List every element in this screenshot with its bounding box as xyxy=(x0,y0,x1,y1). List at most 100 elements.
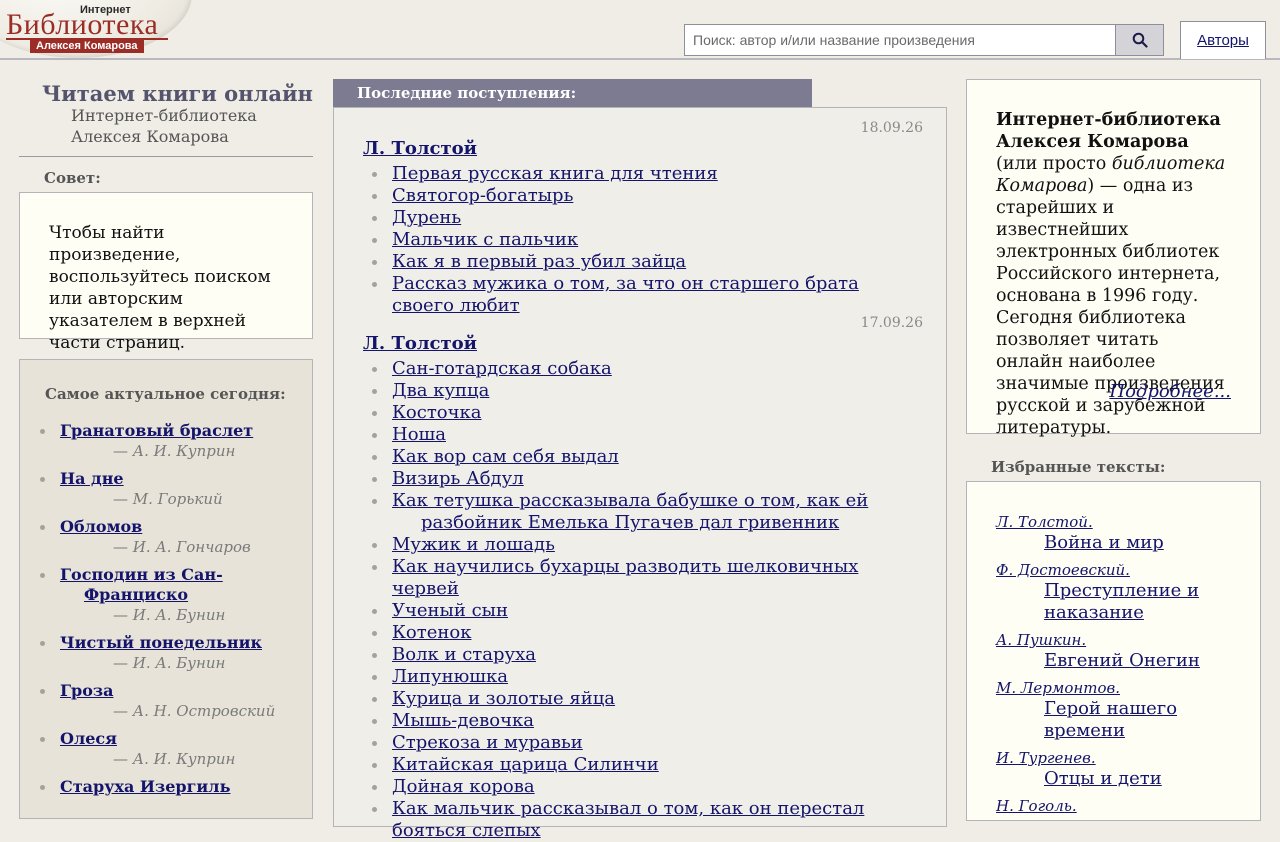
search-form xyxy=(684,24,1164,56)
popular-title-link[interactable]: Чистый понедельник xyxy=(60,633,300,653)
tip-text: Чтобы найти произведение, воспользуйтесь… xyxy=(49,223,271,353)
news-item-link[interactable]: Мужик и лошадь xyxy=(392,534,555,555)
favorite-title-link[interactable]: Герой нашего времени xyxy=(996,698,1246,742)
list-item: Стрекоза и муравьи xyxy=(363,732,923,754)
popular-author: — А. И. Куприн xyxy=(113,442,236,460)
news-item-link[interactable]: Мышь-девочка xyxy=(392,710,534,731)
list-item: Мальчик с пальчик xyxy=(363,229,923,251)
list-item: Дурень xyxy=(363,207,923,229)
news-item-link[interactable]: Как мальчик рассказывал о том, как он пе… xyxy=(392,798,864,841)
news-item-link[interactable]: Рассказ мужика о том, за что он старшего… xyxy=(392,273,859,316)
list-item: Сан-готардская собака xyxy=(363,358,923,380)
popular-author: — И. А. Бунин xyxy=(113,606,226,624)
logo-main-text: Библиотека xyxy=(6,8,159,41)
news-item-link[interactable]: Сан-готардская собака xyxy=(392,358,612,379)
news-item-link[interactable]: Косточка xyxy=(392,402,482,423)
news-author-link[interactable]: Л. Толстой xyxy=(363,138,477,159)
divider xyxy=(19,156,313,157)
news-item-link[interactable]: Как научились бухарцы разводить шелкович… xyxy=(392,556,858,599)
news-item-link[interactable]: Как вор сам себя выдал xyxy=(392,446,619,467)
news-item-link[interactable]: Два купца xyxy=(392,380,489,401)
list-item: Визирь Абдул xyxy=(363,468,923,490)
popular-title-link[interactable]: Гроза xyxy=(60,681,300,701)
more-link[interactable]: Подробнее... xyxy=(1109,381,1231,403)
tip-box: Чтобы найти произведение, воспользуйтесь… xyxy=(19,192,313,353)
list-item: Чистый понедельник — И. А. Бунин xyxy=(40,633,300,673)
news-box: 18.09.26 Л. Толстой Первая русская книга… xyxy=(333,107,947,841)
list-item: Первая русская книга для чтения xyxy=(363,163,923,185)
favorite-author-link[interactable]: Ф. Достоевский. xyxy=(996,560,1246,580)
popular-author: — М. Горький xyxy=(113,490,223,508)
list-item: И. Тургенев. Отцы и дети xyxy=(996,748,1246,790)
news-item-link[interactable]: Визирь Абдул xyxy=(392,468,524,489)
list-item: Курица и золотые яйца xyxy=(363,688,923,710)
news-item-link[interactable]: Китайская царица Силинчи xyxy=(392,754,659,775)
tip-heading: Совет: xyxy=(44,169,101,187)
popular-title-link[interactable]: Господин из Сан-Франциско xyxy=(60,565,300,605)
news-heading: Последние поступления: xyxy=(333,79,812,107)
favorite-author-link[interactable]: И. Тургенев. xyxy=(996,748,1246,768)
news-item-link[interactable]: Стрекоза и муравьи xyxy=(392,732,583,753)
favorite-author-link[interactable]: Н. Гоголь. xyxy=(996,796,1246,816)
list-item: Китайская царица Силинчи xyxy=(363,754,923,776)
popular-title-link[interactable]: На дне xyxy=(60,469,300,489)
news-item-link[interactable]: Мальчик с пальчик xyxy=(392,229,578,250)
popular-title-link[interactable]: Старуха Изергиль xyxy=(60,777,300,797)
news-item-link[interactable]: Курица и золотые яйца xyxy=(392,688,615,709)
popular-author: — И. А. Гончаров xyxy=(113,538,251,556)
news-item-link[interactable]: Ученый сын xyxy=(392,600,508,621)
news-item-link[interactable]: Как тетушка рассказывала бабушке о том, … xyxy=(392,490,923,534)
page-title: Читаем книги онлайн xyxy=(42,81,313,106)
news-date: 17.09.26 xyxy=(860,315,923,331)
list-item: Старуха Изергиль xyxy=(40,777,300,797)
list-item: Как научились бухарцы разводить шелкович… xyxy=(363,556,923,600)
popular-title-link[interactable]: Обломов xyxy=(60,517,300,537)
favorite-title-link[interactable]: Преступление и наказание xyxy=(996,580,1246,624)
site-logo[interactable]: Интернет Библиотека Алексея Комарова xyxy=(0,0,194,58)
list-item: М. Лермонтов. Герой нашего времени xyxy=(996,678,1246,742)
popular-title-link[interactable]: Гранатовый браслет xyxy=(60,421,300,441)
list-item: А. Пушкин. Евгений Онегин xyxy=(996,630,1246,672)
favorite-author-link[interactable]: Л. Толстой. xyxy=(996,512,1246,532)
about-part: (или просто xyxy=(996,154,1112,174)
news-item-link[interactable]: Первая русская книга для чтения xyxy=(392,163,718,184)
list-item: Обломов — И. А. Гончаров xyxy=(40,517,300,557)
news-item-link[interactable]: Волк и старуха xyxy=(392,644,536,665)
popular-author: — И. А. Бунин xyxy=(113,654,226,672)
top-bar: Интернет Библиотека Алексея Комарова Авт… xyxy=(0,0,1280,60)
news-item-link[interactable]: Липунюшка xyxy=(392,666,508,687)
popular-author: — А. Н. Островский xyxy=(113,702,276,720)
favorite-title-link[interactable]: Евгений Онегин xyxy=(996,650,1246,672)
favorites-heading: Избранные тексты: xyxy=(991,458,1166,476)
favorite-author-link[interactable]: М. Лермонтов. xyxy=(996,678,1246,698)
news-item-link[interactable]: Святогор-богатырь xyxy=(392,185,573,206)
favorites-box: Л. Толстой. Война и мир Ф. Достоевский. … xyxy=(966,481,1261,821)
list-item: Косточка xyxy=(363,402,923,424)
search-icon xyxy=(1132,32,1148,48)
search-input[interactable] xyxy=(684,24,1116,56)
favorites-list: Л. Толстой. Война и мир Ф. Достоевский. … xyxy=(996,512,1246,822)
list-item: Два купца xyxy=(363,380,923,402)
news-list: Сан-готардская собака Два купца Косточка… xyxy=(363,358,923,842)
list-item: Как мальчик рассказывал о том, как он пе… xyxy=(363,798,923,842)
authors-button[interactable]: Авторы xyxy=(1180,21,1266,59)
news-author-link[interactable]: Л. Толстой xyxy=(363,333,477,354)
favorite-title-link[interactable]: Война и мир xyxy=(996,532,1246,554)
popular-heading: Самое актуальное сегодня: xyxy=(45,385,286,403)
favorite-author-link[interactable]: А. Пушкин. xyxy=(996,630,1246,650)
favorite-title-link[interactable]: Отцы и дети xyxy=(996,768,1246,790)
news-item-link[interactable]: Котенок xyxy=(392,622,471,643)
news-item-link[interactable]: Как я в первый раз убил зайца xyxy=(392,251,686,272)
news-item-link[interactable]: Ноша xyxy=(392,424,446,445)
search-button[interactable] xyxy=(1115,24,1164,56)
subtitle-line: Интернет-библиотека xyxy=(71,106,257,125)
news-item-link[interactable]: Дойная корова xyxy=(392,776,535,797)
list-item: Ноша xyxy=(363,424,923,446)
list-item: Олеся — А. И. Куприн xyxy=(40,729,300,769)
popular-title-link[interactable]: Олеся xyxy=(60,729,300,749)
news-list: Первая русская книга для чтения Святогор… xyxy=(363,163,923,317)
about-box: Интернет-библиотека Алексея Комарова (ил… xyxy=(966,79,1261,438)
list-item: Котенок xyxy=(363,622,923,644)
popular-list: Гранатовый браслет — А. И. Куприн На дне… xyxy=(40,421,300,805)
news-item-link[interactable]: Дурень xyxy=(392,207,461,228)
